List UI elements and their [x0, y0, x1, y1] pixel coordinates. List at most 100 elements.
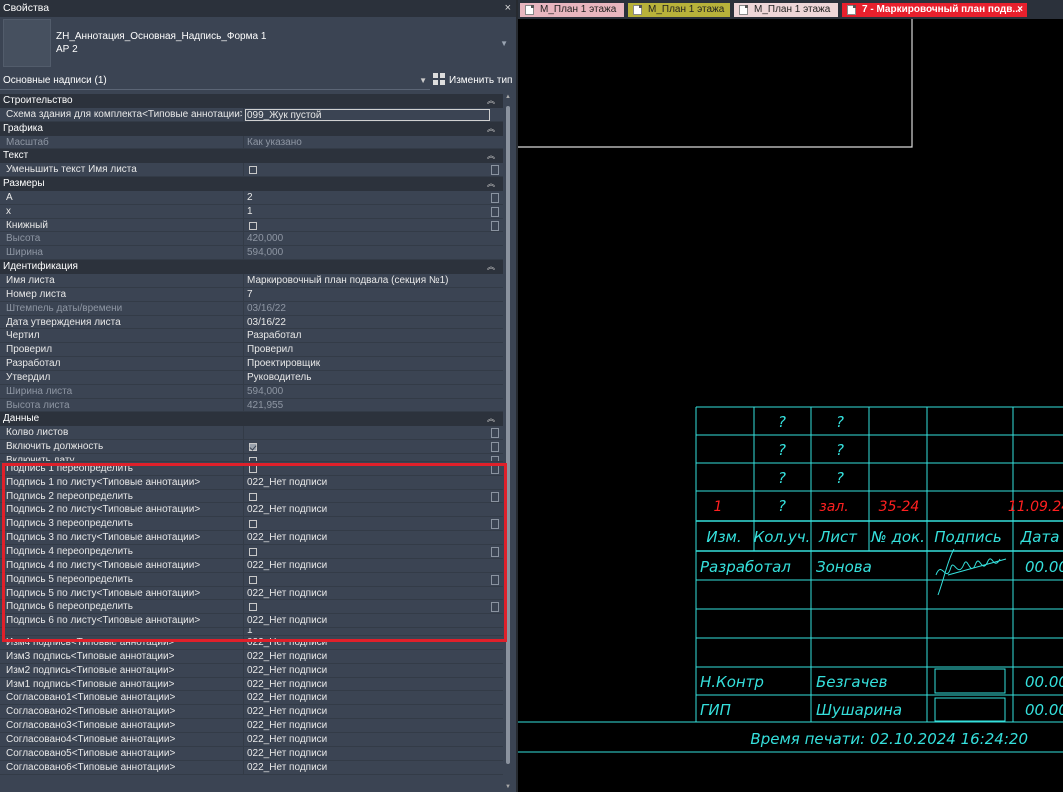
associate-parameter-icon[interactable] — [491, 192, 499, 203]
tab-active-sheet[interactable]: 7 - Маркировочный план подв... × — [842, 3, 1027, 17]
drawing-canvas[interactable]: ? ? ? ? ? ? 1 ? зал. 35-24 11.09.24 Изм.… — [518, 19, 1063, 792]
scroll-thumb[interactable] — [506, 106, 510, 764]
property-checkbox[interactable] — [249, 520, 257, 529]
collapse-icon[interactable]: ︽ — [487, 412, 495, 426]
property-checkbox[interactable] — [249, 603, 257, 612]
associate-parameter-icon[interactable] — [491, 220, 499, 231]
collapse-icon[interactable]: ︽ — [487, 177, 495, 191]
chevron-down-icon[interactable]: ▼ — [500, 39, 508, 48]
property-row[interactable]: Согласовано5<Типовые аннотации> 022_Нет п… — [0, 746, 503, 761]
property-value[interactable]: 022_Нет подписи — [247, 476, 487, 490]
property-row[interactable]: Схема здания для комплекта<Типовые аннот… — [0, 107, 503, 122]
edit-type-button[interactable]: Изменить тип — [433, 72, 512, 90]
property-row[interactable]: Изм2 подпись<Типовые аннотации> 022_Нет п… — [0, 663, 503, 678]
group-text[interactable]: Текст ︽ — [0, 149, 503, 164]
property-value[interactable]: 022_Нет подписи — [247, 650, 487, 664]
property-row[interactable]: Изм3 подпись<Типовые аннотации> 022_Нет п… — [0, 649, 503, 664]
property-row[interactable]: Утвердил Руководитель — [0, 370, 503, 385]
property-row[interactable]: Согласовано1<Типовые аннотации> 022_Нет п… — [0, 691, 503, 706]
collapse-icon[interactable]: ︽ — [487, 260, 495, 274]
property-row[interactable]: Подпись 5 по листу<Типовые аннотации> 022… — [0, 586, 503, 601]
property-value[interactable]: 022_Нет подписи — [247, 719, 487, 733]
property-value[interactable]: Проектировщик — [247, 357, 487, 371]
property-row[interactable]: Изм4 подпись<Типовые аннотации> 022_Нет п… — [0, 636, 503, 650]
category-filter-dropdown[interactable]: Основные надписи (1) ▼ — [0, 72, 430, 90]
property-checkbox[interactable] — [249, 464, 257, 473]
property-row[interactable]: Подпись 4 переопределить — [0, 545, 503, 559]
associate-parameter-icon[interactable] — [491, 206, 499, 217]
close-tab-icon[interactable]: × — [1017, 3, 1023, 17]
collapse-icon[interactable]: ︽ — [487, 122, 495, 136]
tab-view-3[interactable]: М_План 1 этажа — [734, 3, 838, 17]
property-checkbox-checked[interactable] — [249, 443, 257, 452]
associate-parameter-icon[interactable] — [491, 463, 499, 474]
property-checkbox[interactable] — [249, 492, 257, 501]
property-value[interactable]: 022_Нет подписи — [247, 587, 487, 601]
property-row[interactable]: Включить должность — [0, 440, 503, 454]
property-value[interactable]: 022_Нет подписи — [247, 636, 487, 650]
group-data[interactable]: Данные ︽ — [0, 412, 503, 427]
property-row[interactable]: Подпись 6 переопределить — [0, 600, 503, 615]
property-value[interactable]: 022_Нет подписи — [247, 503, 487, 517]
property-checkbox[interactable] — [249, 166, 257, 175]
scroll-down-arrow-icon[interactable]: ▼ — [504, 784, 512, 792]
property-value[interactable]: 022_Нет подписи — [247, 664, 487, 678]
property-row[interactable]: Подпись 1 по листу<Типовые аннотации> 022… — [0, 475, 503, 490]
property-value[interactable]: 022_Нет подписи — [247, 614, 487, 628]
property-row[interactable]: Подпись 4 по листу<Типовые аннотации> 022… — [0, 558, 503, 573]
tab-view-2[interactable]: М_План 1 этажа — [628, 3, 730, 17]
scroll-up-arrow-icon[interactable]: ▲ — [504, 94, 512, 102]
property-row[interactable]: Согласовано2<Типовые аннотации> 022_Нет п… — [0, 705, 503, 720]
property-row[interactable]: Подпись 2 по листу<Типовые аннотации> 022… — [0, 503, 503, 518]
associate-parameter-icon[interactable] — [491, 602, 499, 613]
group-dimensions[interactable]: Размеры ︽ — [0, 177, 503, 191]
tab-view-1[interactable]: М_План 1 этажа — [520, 3, 624, 17]
property-row[interactable]: А2 — [0, 190, 503, 205]
property-row[interactable]: Согласовано4<Типовые аннотации> 022_Нет п… — [0, 732, 503, 747]
property-row[interactable]: Колво листов — [0, 426, 503, 441]
property-row[interactable]: Разработал Проектировщик — [0, 357, 503, 371]
property-value[interactable]: Руководитель — [247, 371, 487, 385]
property-row[interactable]: Подпись 6 по листу<Типовые аннотации> 022… — [0, 614, 503, 629]
property-row[interactable]: Подпись 1 переопределить — [0, 461, 503, 476]
property-value[interactable]: 1 — [247, 628, 487, 635]
type-selector[interactable]: ZH_Аннотация_Основная_Надпись_Форма 1 АР… — [0, 17, 516, 70]
property-value[interactable]: 03/16/22 — [247, 316, 487, 330]
viewport-frame[interactable] — [518, 19, 913, 148]
property-row[interactable]: Чертил Разработал — [0, 329, 503, 344]
property-value[interactable]: 2 — [247, 191, 487, 205]
collapse-icon[interactable]: ︽ — [487, 149, 495, 163]
property-value[interactable]: 022_Нет подписи — [247, 691, 487, 705]
properties-scrollbar[interactable]: ▲ ▼ — [504, 94, 512, 792]
property-row[interactable]: Согласовано6<Типовые аннотации> 022_Нет п… — [0, 760, 503, 775]
collapse-icon[interactable]: ︽ — [487, 94, 495, 108]
property-row[interactable]: Изм1 подпись<Типовые аннотации> 022_Нет п… — [0, 677, 503, 692]
property-checkbox[interactable] — [249, 575, 257, 584]
property-value[interactable]: 1 — [247, 205, 487, 219]
property-row[interactable]: Дата утверждения листа 03/16/22 — [0, 315, 503, 330]
property-checkbox[interactable] — [249, 221, 257, 230]
property-value[interactable]: 022_Нет подписи — [247, 733, 487, 747]
property-value[interactable]: 022_Нет подписи — [247, 705, 487, 719]
associate-parameter-icon[interactable] — [491, 442, 499, 453]
property-value[interactable]: Маркировочный план подвала (секция №1) — [247, 274, 487, 288]
property-value[interactable]: 022_Нет подписи — [247, 678, 487, 692]
property-row[interactable]: Подпись 5 переопределить — [0, 572, 503, 587]
associate-parameter-icon[interactable] — [491, 491, 499, 502]
property-row[interactable]: Уменьшить текст Имя листа — [0, 163, 503, 178]
property-row[interactable]: Подпись 3 по листу<Типовые аннотации> 022… — [0, 531, 503, 545]
property-checkbox[interactable] — [249, 548, 257, 556]
property-row[interactable]: Включить дату — [0, 453, 503, 462]
property-value[interactable]: 022_Нет подписи — [247, 559, 487, 573]
property-row[interactable]: Подпись 2 переопределить — [0, 489, 503, 504]
associate-parameter-icon[interactable] — [491, 519, 499, 530]
property-row[interactable]: Имя листа Маркировочный план подвала (сек… — [0, 273, 503, 288]
property-value[interactable]: 022_Нет подписи — [247, 531, 487, 545]
property-row[interactable]: Номер листа 7 — [0, 287, 503, 302]
property-value[interactable]: Проверил — [247, 343, 487, 357]
property-value[interactable]: 022_Нет подписи — [247, 761, 487, 775]
property-row[interactable]: х1 — [0, 204, 503, 219]
property-row[interactable]: Подпись 3 переопределить — [0, 517, 503, 532]
property-row[interactable]: Проверил Проверил — [0, 343, 503, 358]
associate-parameter-icon[interactable] — [491, 428, 499, 439]
